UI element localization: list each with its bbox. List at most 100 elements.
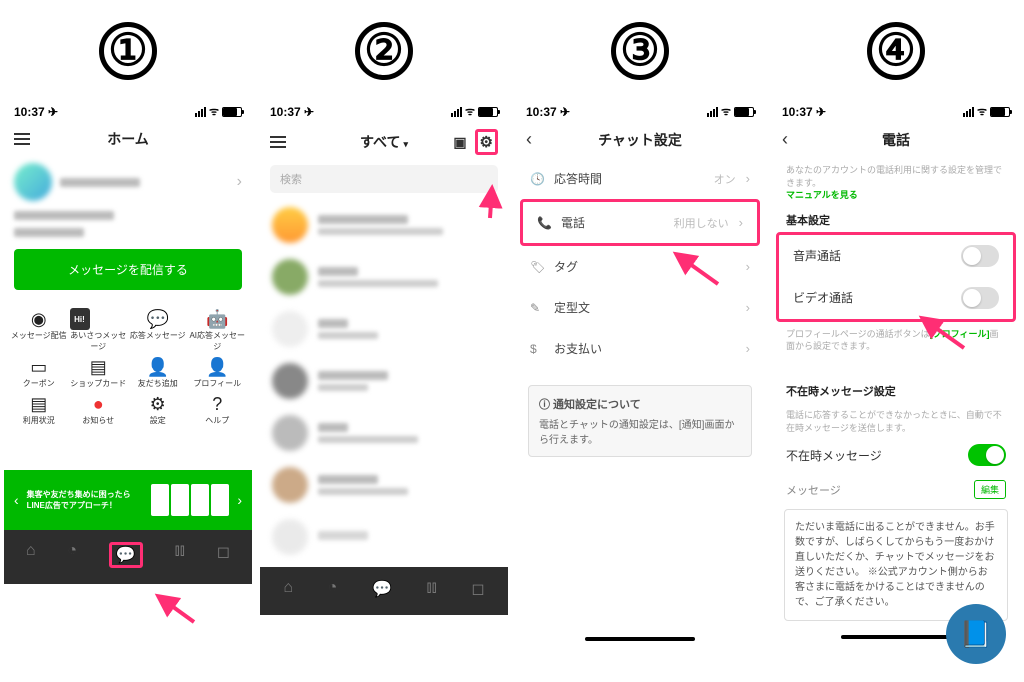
tab-home[interactable]: ⌂: [283, 579, 293, 599]
page-title: 電話: [828, 130, 964, 150]
chat-row[interactable]: [260, 199, 508, 251]
ad-banner[interactable]: ‹ 集客や友だち集めに困ったら LINE広告でアプローチ！ ›: [4, 470, 252, 530]
row-video-call: ビデオ通話: [779, 277, 1013, 319]
step-number-4: ④: [867, 22, 925, 80]
grid-ai[interactable]: 🤖AI応答メッセージ: [189, 308, 247, 352]
away-toggle[interactable]: [968, 444, 1006, 466]
chat-row[interactable]: [260, 511, 508, 563]
tab-analytics[interactable]: ⫾⫾: [175, 542, 185, 568]
row-message: メッセージ 編集: [772, 476, 1020, 503]
grid-help[interactable]: ?ヘルプ: [189, 393, 247, 426]
row-response-time[interactable]: 🕓 応答時間 オン ›: [516, 158, 764, 199]
clock-icon: 🕓: [530, 172, 544, 186]
tab-bar: ⌂ ◔ 💬 ⫾⫾ ◻: [4, 530, 252, 584]
chat-row[interactable]: [260, 459, 508, 511]
manual-link[interactable]: マニュアルを見る: [786, 190, 858, 200]
search-input[interactable]: 検索: [270, 165, 498, 193]
tab-chat[interactable]: 💬: [372, 579, 392, 599]
notice-title: ⓘ 通知設定について: [539, 396, 741, 412]
tab-notifications[interactable]: ◻: [217, 542, 230, 568]
status-icons: ᯤ: [195, 104, 242, 119]
row-template[interactable]: ✎ 定型文 ›: [516, 287, 764, 328]
chevron-right-icon: ›: [746, 259, 750, 274]
section-basic: 基本設定: [772, 202, 1020, 232]
tab-chat[interactable]: 💬: [116, 547, 136, 564]
blur-line: [14, 211, 114, 220]
tab-timeline[interactable]: ◔: [67, 542, 77, 568]
grid-response[interactable]: 💬応答メッセージ: [129, 308, 187, 352]
grid-greeting[interactable]: Hi!あいさつメッセージ: [70, 308, 128, 352]
video-call-toggle[interactable]: [961, 287, 999, 309]
greeting-icon: Hi!: [70, 308, 90, 330]
page-title: ホーム: [60, 129, 196, 149]
menu-icon[interactable]: [270, 136, 286, 148]
edit-button[interactable]: 編集: [974, 480, 1006, 499]
battery-icon: [734, 107, 754, 117]
grid-shopcard[interactable]: ▤ショップカード: [70, 356, 128, 389]
row-payment[interactable]: $ お支払い ›: [516, 328, 764, 369]
phone-screen-1: 10:37 ✈︎ ᯤ ホーム ›: [4, 98, 252, 584]
grid-message[interactable]: ◉メッセージ配信: [10, 308, 68, 352]
voice-call-toggle[interactable]: [961, 245, 999, 267]
chat-row[interactable]: [260, 355, 508, 407]
tab-home[interactable]: ⌂: [26, 542, 36, 568]
status-time: 10:37 ✈︎: [14, 105, 58, 119]
payment-icon: $: [530, 342, 544, 356]
status-time: 10:37 ✈︎: [526, 105, 570, 119]
tab-analytics[interactable]: ⫾⫾: [427, 579, 437, 599]
profile-hint: プロフィールページの通話ボタンは[プロフィール]画面から設定できます。: [772, 322, 1020, 353]
phone-icon: 📞: [537, 216, 551, 230]
away-description: 電話に応答することができなかったときに、自動で不在時メッセージを送信します。: [772, 403, 1020, 434]
phone-screen-3: 10:37 ✈︎ ᯤ ‹ チャット設定 🕓 応答時間 オン › 📞 電話 利用し…: [516, 98, 764, 641]
menu-icon[interactable]: [14, 133, 30, 145]
back-button[interactable]: ‹: [782, 129, 788, 150]
phone-screen-4: 10:37 ✈︎ ᯤ ‹ 電話 あなたのアカウントの電話利用に関する設定を管理で…: [772, 98, 1020, 639]
chat-row[interactable]: [260, 407, 508, 459]
response-icon: 💬: [129, 308, 187, 330]
chat-row[interactable]: [260, 303, 508, 355]
grid-usage[interactable]: ▤利用状況: [10, 393, 68, 426]
tab-bar: ⌂ ◔ 💬 ⫾⫾ ◻: [260, 567, 508, 615]
row-phone[interactable]: 📞 電話 利用しない ›: [523, 202, 757, 243]
grid-profile[interactable]: 👤プロフィール: [189, 356, 247, 389]
chat-row[interactable]: [260, 251, 508, 303]
profile-link[interactable]: [プロフィール]: [930, 329, 990, 339]
notice-body: 電話とチャットの通知設定は、[通知]画面から行えます。: [539, 416, 741, 446]
feature-grid: ◉メッセージ配信 Hi!あいさつメッセージ 💬応答メッセージ 🤖AI応答メッセー…: [4, 298, 252, 436]
profile-icon: 👤: [189, 356, 247, 378]
grid-coupon[interactable]: ▭クーポン: [10, 356, 68, 389]
grid-notice[interactable]: ●お知らせ: [70, 393, 128, 426]
signal-icon: [963, 107, 974, 117]
broadcast-button[interactable]: メッセージを配信する: [14, 249, 242, 290]
page-title: チャット設定: [572, 130, 708, 150]
description-text: あなたのアカウントの電話利用に関する設定を管理できます。 マニュアルを見る: [772, 158, 1020, 202]
status-time: 10:37 ✈︎: [270, 105, 314, 119]
chevron-right-icon: ›: [746, 300, 750, 315]
stats-icon: ▤: [10, 393, 68, 415]
step-3-column: ③ 10:37 ✈︎ ᯤ ‹ チャット設定 🕓 応答時間 オン › 📞 電話: [512, 0, 768, 649]
step-4-column: ④ 10:37 ✈︎ ᯤ ‹ 電話 あなたのアカウントの電話利用に関する設定を管…: [768, 0, 1024, 649]
banner-thumbnails: [151, 484, 229, 516]
contacts-icon[interactable]: ▣: [453, 134, 466, 151]
grid-addfriend[interactable]: 👤友だち追加: [129, 356, 187, 389]
profile-row[interactable]: ›: [4, 157, 252, 207]
back-button[interactable]: ‹: [526, 129, 532, 150]
blur-line: [14, 228, 84, 237]
row-tag[interactable]: 🏷 タグ ›: [516, 246, 764, 287]
filter-dropdown[interactable]: すべて▾: [316, 132, 452, 152]
step-1-column: ① 10:37 ✈︎ ᯤ ホーム ›: [0, 0, 256, 649]
card-icon: ▤: [70, 356, 128, 378]
tab-notifications[interactable]: ◻: [471, 579, 484, 599]
row-away-message: 不在時メッセージ: [772, 434, 1020, 476]
wifi-icon: ᯤ: [721, 104, 731, 119]
grid-settings[interactable]: ⚙設定: [129, 393, 187, 426]
tab-timeline[interactable]: ◔: [328, 579, 338, 599]
gear-icon[interactable]: ⚙: [480, 134, 493, 151]
brand-badge: 📘: [946, 604, 1006, 664]
navbar-chats: すべて▾ ▣ ⚙: [260, 121, 508, 163]
status-time: 10:37 ✈︎: [782, 105, 826, 119]
notice-icon: ●: [70, 393, 128, 415]
tag-icon: 🏷: [530, 260, 544, 274]
banner-text: 集客や友だち集めに困ったら LINE広告でアプローチ！: [27, 489, 144, 511]
status-bar: 10:37 ✈︎ ᯤ: [772, 98, 1020, 121]
